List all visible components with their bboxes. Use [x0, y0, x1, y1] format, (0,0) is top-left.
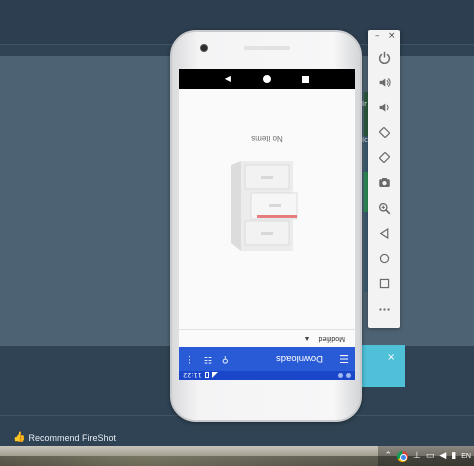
back-icon: [379, 227, 388, 239]
phone-screen: ◀ 11:22 ☰ Downloads ⚲ ☷ ⋮ Modified ▲ No …: [179, 69, 355, 380]
notification-close-button[interactable]: ×: [387, 352, 395, 363]
phone-frame: ◀ 11:22 ☰ Downloads ⚲ ☷ ⋮ Modified ▲ No …: [170, 30, 362, 422]
notification-icon: [338, 373, 343, 378]
emulator-toolbar: – ×: [368, 30, 400, 328]
page-title: Downloads: [276, 353, 323, 365]
recommend-fireshot-link[interactable]: 👍 Recommend FireShot: [13, 432, 116, 443]
menu-icon[interactable]: ☰: [335, 353, 349, 366]
battery-icon: [204, 372, 209, 379]
overview-button[interactable]: [374, 273, 394, 293]
nav-home-button[interactable]: [262, 75, 271, 83]
front-camera: [200, 44, 208, 52]
empty-state: No items: [179, 89, 355, 329]
home-icon: [379, 253, 389, 263]
rotate-right-button[interactable]: [374, 147, 394, 167]
android-navigation-bar: ◀: [179, 69, 355, 89]
file-cabinet-illustration: [231, 161, 298, 251]
search-icon[interactable]: ⚲: [222, 354, 229, 364]
status-bar: 11:22: [179, 371, 355, 380]
system-tray: ⌃ ⊥ ▭ ◀ ▮ EN: [378, 446, 474, 466]
sort-control[interactable]: Modified ▲: [179, 329, 355, 347]
rotate-left-icon: [378, 126, 390, 138]
zoom-icon: [378, 202, 390, 214]
language-indicator[interactable]: EN: [461, 453, 471, 460]
volume-down-icon: [379, 102, 389, 112]
home-button[interactable]: [374, 248, 394, 268]
chrome-icon[interactable]: [397, 450, 409, 462]
list-view-icon[interactable]: ☷: [204, 354, 212, 364]
thumbs-up-icon: 👍: [13, 432, 26, 443]
more-button[interactable]: [374, 299, 394, 319]
app-bar: ☰ Downloads ⚲ ☷ ⋮: [179, 347, 355, 371]
zoom-button[interactable]: [374, 198, 394, 218]
nav-back-button[interactable]: ◀: [225, 75, 231, 83]
earpiece-speaker: [244, 46, 290, 50]
files-app: 11:22 ☰ Downloads ⚲ ☷ ⋮ Modified ▲ No it…: [179, 89, 355, 380]
rotate-right-icon: [378, 151, 390, 163]
volume-up-button[interactable]: [374, 72, 394, 92]
camera-icon: [378, 177, 390, 187]
more-vert-icon[interactable]: ⋮: [185, 354, 194, 364]
volume-icon[interactable]: ◀: [439, 451, 446, 461]
screenshot-button[interactable]: [374, 172, 394, 192]
back-button[interactable]: [374, 223, 394, 243]
signal-icon: [211, 372, 218, 379]
empty-message: No items: [251, 134, 283, 143]
close-button[interactable]: ×: [388, 31, 396, 41]
battery-icon[interactable]: ▮: [451, 451, 456, 461]
notification-icon: [346, 373, 351, 378]
rotate-left-button[interactable]: [374, 122, 394, 142]
volume-down-button[interactable]: [374, 97, 394, 117]
sort-label: Modified: [318, 335, 345, 342]
nav-recent-button[interactable]: [302, 75, 310, 83]
network-icon[interactable]: ▭: [426, 451, 435, 461]
minimize-button[interactable]: –: [375, 31, 380, 41]
taskbar: ⌃ ⊥ ▭ ◀ ▮ EN: [0, 446, 474, 466]
volume-up-icon: [379, 77, 391, 87]
side-text: Ir: [362, 100, 367, 108]
more-icon: [378, 307, 390, 311]
power-button[interactable]: [374, 47, 394, 67]
sort-arrow-icon: ▲: [303, 335, 311, 342]
status-time: 11:22: [183, 371, 202, 380]
up-chevron-icon[interactable]: ⌃: [384, 451, 392, 461]
overview-icon: [379, 278, 389, 288]
toolbar-titlebar: – ×: [368, 30, 400, 44]
pin-icon[interactable]: ⊥: [413, 451, 421, 461]
recommend-label: Recommend FireShot: [28, 432, 116, 443]
power-icon: [378, 51, 390, 64]
